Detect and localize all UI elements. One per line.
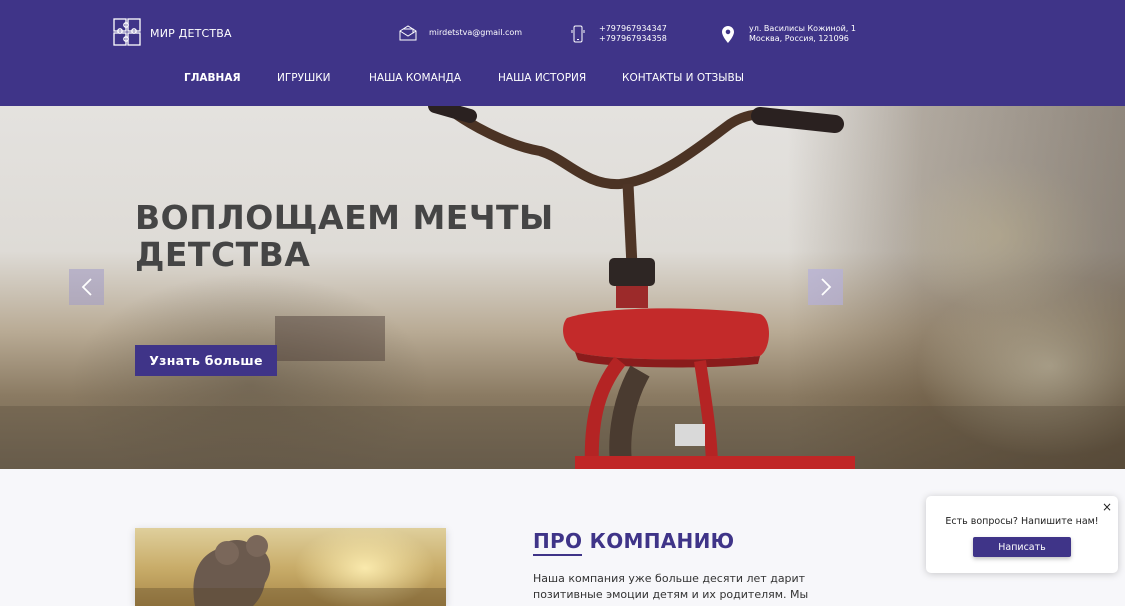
hero-slider: ВОПЛОЩАЕМ МЕЧТЫ ДЕТСТВА Узнать больше [0, 106, 1125, 469]
about-title: ПРО КОМПАНИЮ [533, 529, 735, 556]
site-header: МИР ДЕТСТВА mirdetstva@gmail.com +797967… [0, 0, 1125, 106]
phone-1: +797967934347 [599, 24, 667, 33]
slider-next-button[interactable] [808, 269, 843, 305]
hero-title: ВОПЛОЩАЕМ МЕЧТЫ ДЕТСТВА [135, 198, 554, 274]
nav-item-team[interactable]: НАША КОМАНДА [369, 72, 461, 84]
contact-phones[interactable]: +797967934347 +797967934358 [569, 24, 667, 44]
brand-name: МИР ДЕТСТВА [150, 26, 232, 40]
main-nav: ГЛАВНАЯ ИГРУШКИ НАША КОМАНДА НАША ИСТОРИ… [0, 72, 1125, 86]
about-title-rest: КОМПАНИЮ [589, 529, 735, 553]
chat-widget: × Есть вопросы? Напишите нам! Написать [926, 496, 1118, 573]
nav-item-home[interactable]: ГЛАВНАЯ [184, 72, 241, 84]
contact-email[interactable]: mirdetstva@gmail.com [399, 24, 522, 42]
phone-icon [569, 25, 587, 43]
write-us-button[interactable]: Написать [973, 537, 1071, 557]
address-line-2: Москва, Россия, 121096 [749, 34, 849, 43]
chevron-left-icon [81, 278, 92, 296]
chat-prompt: Есть вопросы? Напишите нам! [945, 516, 1099, 527]
nav-item-contacts[interactable]: КОНТАКТЫ И ОТЗЫВЫ [622, 72, 744, 84]
about-text: Наша компания уже больше десяти лет дари… [533, 572, 809, 601]
close-icon[interactable]: × [1102, 501, 1112, 513]
address-line-1: ул. Василисы Кожиной, 1 [749, 24, 856, 33]
contact-address[interactable]: ул. Василисы Кожиной, 1 Москва, Россия, … [719, 24, 856, 44]
tricycle-image [0, 106, 1125, 469]
learn-more-button[interactable]: Узнать больше [135, 345, 277, 376]
mail-icon [399, 24, 417, 42]
email-text: mirdetstva@gmail.com [429, 28, 523, 37]
slider-prev-button[interactable] [69, 269, 104, 305]
nav-item-toys[interactable]: ИГРУШКИ [277, 72, 331, 84]
nav-item-history[interactable]: НАША ИСТОРИЯ [498, 72, 586, 84]
about-image [135, 528, 446, 606]
location-pin-icon [719, 25, 737, 43]
chevron-right-icon [820, 278, 831, 296]
puzzle-logo-icon [113, 18, 141, 46]
about-title-highlight: ПРО [533, 529, 583, 556]
phone-2: +797967934358 [599, 34, 667, 43]
logo[interactable]: МИР ДЕТСТВА [110, 15, 232, 51]
